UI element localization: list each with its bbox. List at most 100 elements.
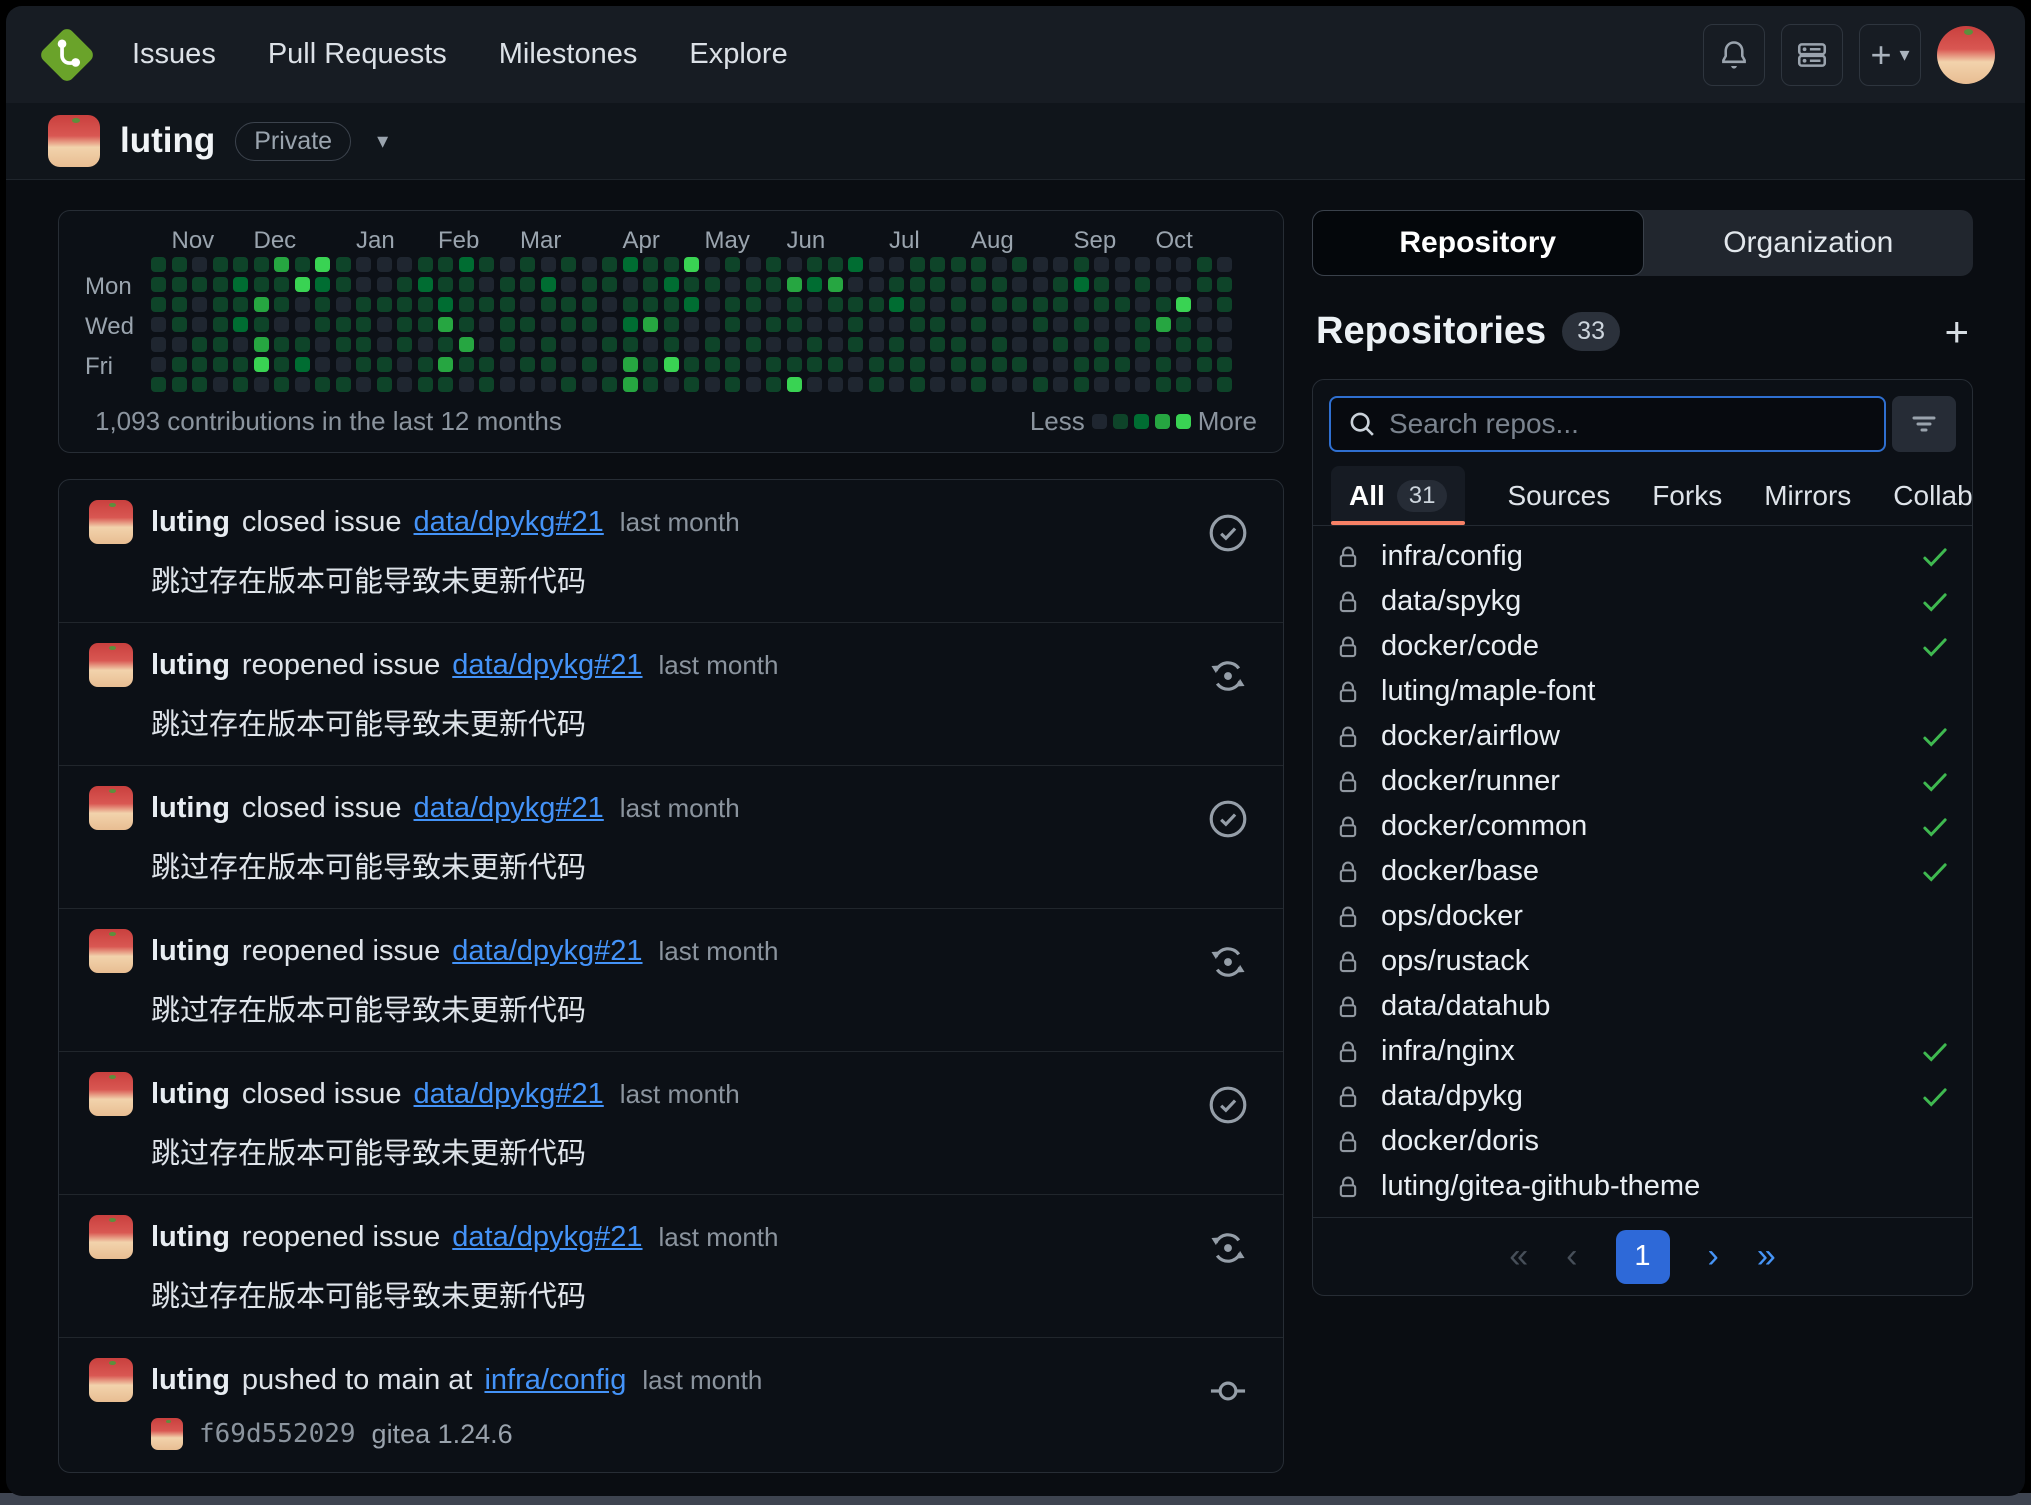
feed-actor[interactable]: luting	[151, 506, 230, 539]
repo-filter-button[interactable]	[1892, 396, 1956, 452]
heatmap-cell	[623, 277, 638, 292]
feed-avatar	[89, 1072, 133, 1116]
pagination-last-button[interactable]: »	[1757, 1237, 1776, 1276]
repo-row-infra-nginx[interactable]: infra/nginx	[1313, 1029, 1972, 1074]
heatmap-cell	[213, 337, 228, 352]
heatmap-cell	[582, 257, 597, 272]
commit-hash-link[interactable]: f69d552029	[199, 1419, 356, 1449]
pagination-prev-button[interactable]: ‹	[1566, 1237, 1577, 1276]
repo-row-data-spykg[interactable]: data/spykg	[1313, 579, 1972, 624]
heatmap-cell	[971, 257, 986, 272]
repo-row-luting-maple-font[interactable]: luting/maple-font	[1313, 669, 1972, 714]
repo-search-input[interactable]	[1389, 408, 1868, 440]
repo-row-docker-airflow[interactable]: docker/airflow	[1313, 714, 1972, 759]
heatmap-cell	[623, 377, 638, 392]
feed-actor[interactable]: luting	[151, 792, 230, 825]
repo-filter-tab-all[interactable]: All31	[1331, 466, 1465, 525]
server-icon	[1795, 38, 1829, 72]
scope-segmented-control: Repository Organization	[1312, 210, 1973, 276]
add-repository-button[interactable]: +	[1944, 311, 1969, 353]
heatmap-cell	[828, 317, 843, 332]
feed-item: lutingclosed issuedata/dpykg#21last mont…	[59, 480, 1283, 622]
repo-name: docker/doris	[1381, 1125, 1539, 1158]
nav-link-milestones[interactable]: Milestones	[499, 38, 638, 71]
tab-organization[interactable]: Organization	[1644, 210, 1974, 276]
repo-row-docker-base[interactable]: docker/base	[1313, 849, 1972, 894]
profile-dropdown-icon[interactable]: ▾	[377, 128, 388, 154]
notifications-button[interactable]	[1703, 24, 1765, 86]
heatmap-cell	[377, 257, 392, 272]
heatmap-cell	[889, 337, 904, 352]
heatmap-cell	[684, 297, 699, 312]
repo-row-docker-common[interactable]: docker/common	[1313, 804, 1972, 849]
heatmap-cell	[623, 337, 638, 352]
repo-name: data/datahub	[1381, 990, 1550, 1023]
repo-filter-tab-collaborative[interactable]: Collaborative	[1893, 466, 1973, 525]
feed-actor[interactable]: luting	[151, 1364, 230, 1397]
feed-target-link[interactable]: data/dpykg#21	[452, 649, 642, 682]
feed-actor[interactable]: luting	[151, 1078, 230, 1111]
heatmap-month-feb: Feb	[438, 227, 479, 255]
create-new-button[interactable]: + ▾	[1859, 24, 1921, 86]
feed-target-link[interactable]: data/dpykg#21	[414, 792, 604, 825]
heatmap-month-mar: Mar	[520, 227, 561, 255]
feed-type-icon-wrap	[1207, 512, 1249, 554]
heatmap-cell	[356, 377, 371, 392]
heatmap-cell	[500, 257, 515, 272]
user-avatar[interactable]	[1937, 26, 1995, 84]
repo-row-luting-gitea-github-theme[interactable]: luting/gitea-github-theme	[1313, 1164, 1972, 1209]
heatmap-cell	[602, 377, 617, 392]
heatmap-cell	[500, 277, 515, 292]
feed-actor[interactable]: luting	[151, 1221, 230, 1254]
repo-row-docker-doris[interactable]: docker/doris	[1313, 1119, 1972, 1164]
gitea-logo-icon[interactable]	[36, 24, 98, 86]
feed-actor[interactable]: luting	[151, 649, 230, 682]
repo-name: docker/base	[1381, 855, 1539, 888]
heatmap-cell	[418, 357, 433, 372]
admin-panel-button[interactable]	[1781, 24, 1843, 86]
nav-link-explore[interactable]: Explore	[689, 38, 787, 71]
tab-repository[interactable]: Repository	[1312, 210, 1644, 276]
repo-row-ops-rustack[interactable]: ops/rustack	[1313, 939, 1972, 984]
pagination-next-button[interactable]: ›	[1708, 1237, 1719, 1276]
repo-row-infra-config[interactable]: infra/config	[1313, 534, 1972, 579]
heatmap-cell	[418, 377, 433, 392]
feed-issue-title: 跳过存在版本可能导致未更新代码	[151, 1273, 1253, 1315]
pagination-first-button[interactable]: «	[1509, 1237, 1528, 1276]
heatmap-cell	[192, 297, 207, 312]
nav-link-pull-requests[interactable]: Pull Requests	[268, 38, 447, 71]
heatmap-cell	[848, 277, 863, 292]
feed-target-link[interactable]: data/dpykg#21	[414, 1078, 604, 1111]
heatmap-cell	[951, 277, 966, 292]
heatmap-cell	[582, 277, 597, 292]
repo-row-docker-code[interactable]: docker/code	[1313, 624, 1972, 669]
heatmap-cell	[254, 277, 269, 292]
feed-actor[interactable]: luting	[151, 935, 230, 968]
feed-target-link[interactable]: data/dpykg#21	[452, 935, 642, 968]
repo-filter-tab-mirrors[interactable]: Mirrors	[1764, 466, 1851, 525]
heatmap-cell	[1176, 377, 1191, 392]
nav-link-issues[interactable]: Issues	[132, 38, 216, 71]
pagination-current-page[interactable]: 1	[1616, 1230, 1670, 1284]
repo-row-docker-runner[interactable]: docker/runner	[1313, 759, 1972, 804]
profile-avatar[interactable]	[48, 115, 100, 167]
heatmap-cell	[602, 317, 617, 332]
feed-target-link[interactable]: data/dpykg#21	[452, 1221, 642, 1254]
heatmap-cell	[828, 257, 843, 272]
heatmap-cell	[1074, 337, 1089, 352]
heatmap-cell	[479, 377, 494, 392]
heatmap-cell	[561, 337, 576, 352]
heatmap-cell	[459, 277, 474, 292]
heatmap-cell	[233, 337, 248, 352]
repo-filter-tab-forks[interactable]: Forks	[1652, 466, 1722, 525]
heatmap-cell	[582, 317, 597, 332]
feed-target-link[interactable]: infra/config	[484, 1364, 626, 1397]
heatmap-cell	[930, 377, 945, 392]
heatmap-cell	[1033, 257, 1048, 272]
heatmap-cell	[787, 357, 802, 372]
feed-target-link[interactable]: data/dpykg#21	[414, 506, 604, 539]
repo-row-data-datahub[interactable]: data/datahub	[1313, 984, 1972, 1029]
repo-row-data-dpykg[interactable]: data/dpykg	[1313, 1074, 1972, 1119]
repo-filter-tab-sources[interactable]: Sources	[1507, 466, 1610, 525]
repo-row-ops-docker[interactable]: ops/docker	[1313, 894, 1972, 939]
